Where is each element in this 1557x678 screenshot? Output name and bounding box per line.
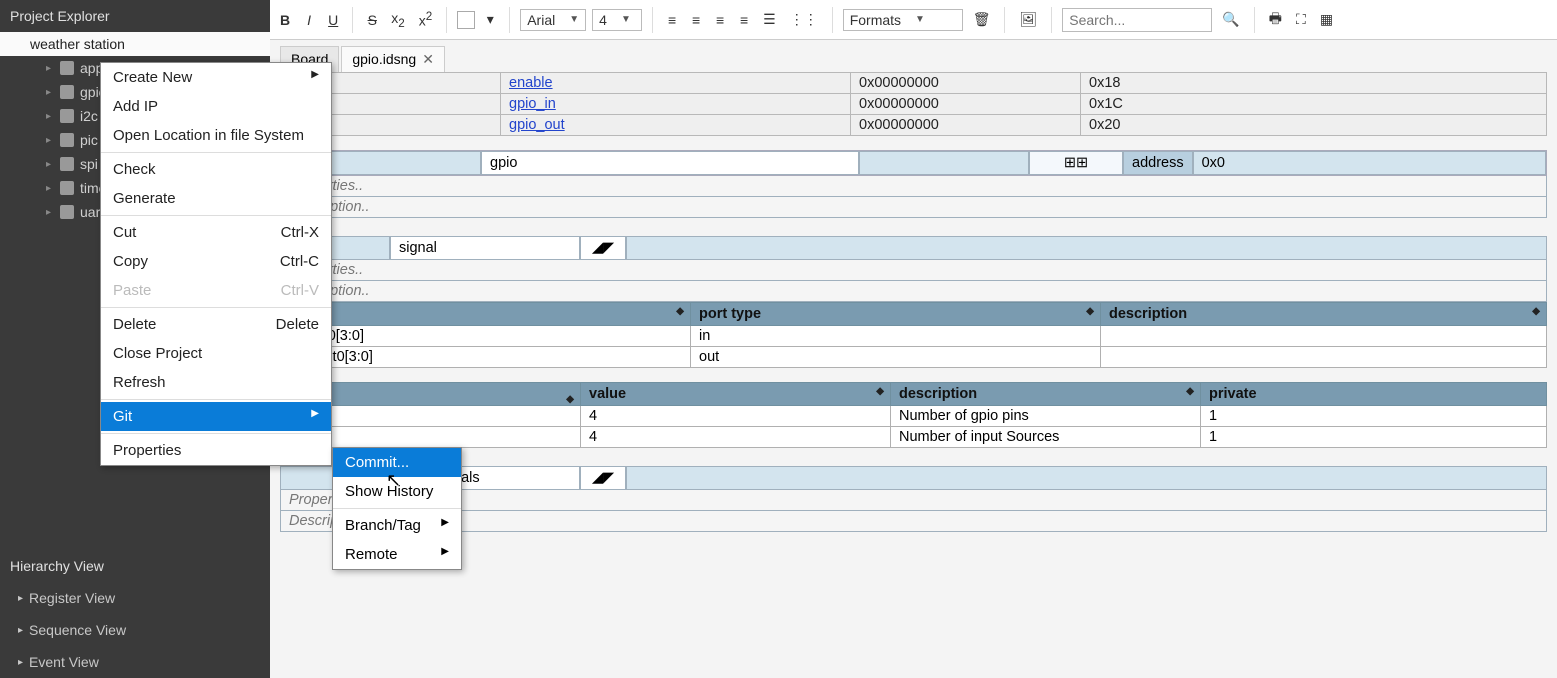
tab-gpio-idsng[interactable]: gpio.idsng✕ — [341, 46, 445, 72]
signal-icon[interactable]: ◢◤ — [580, 236, 626, 260]
gpio-description-field[interactable]: Description.. — [280, 197, 1547, 218]
color-dropdown[interactable]: ▾ — [481, 9, 499, 30]
column-header[interactable]: description◆ — [1101, 303, 1547, 326]
menu-item-create-new[interactable]: Create New▶ — [101, 63, 331, 92]
font-family-select[interactable]: Arial▼ — [520, 9, 586, 31]
align-right-button[interactable]: ≡ — [711, 10, 729, 30]
superscript-button[interactable]: x2 — [415, 8, 436, 31]
column-header[interactable]: private — [1201, 383, 1547, 406]
view-sequence-view[interactable]: ▸Sequence View — [0, 614, 270, 646]
gpio-name-field[interactable]: gpio — [481, 151, 859, 175]
gpio-properties-field[interactable]: Properties.. — [280, 176, 1547, 197]
file-icon — [60, 205, 74, 219]
register-link[interactable]: enable — [509, 75, 553, 91]
menu-item-cut[interactable]: CutCtrl-X — [101, 218, 331, 247]
search-button[interactable]: 🔍 — [1218, 9, 1243, 30]
align-left-button[interactable]: ≡ — [663, 10, 681, 30]
menu-item-generate[interactable]: Generate — [101, 184, 331, 213]
register-link[interactable]: gpio_out — [509, 117, 565, 133]
gpio-signals-properties[interactable]: Properties.. — [280, 490, 1547, 511]
bold-button[interactable]: B — [276, 10, 294, 30]
signal-grid: name◆port type◆description◆pio_in0[3:0]i… — [280, 302, 1547, 368]
toolbar: B I U S x2 x2 ▾ Arial▼ 4▼ ≡ ≡ ≡ ≡ ☰ ⋮⋮ F… — [270, 0, 1557, 40]
hierarchy-icon[interactable]: ⊞⊞ — [1029, 151, 1123, 175]
signal-title: signal — [390, 236, 580, 260]
strikethrough-button[interactable]: S — [363, 10, 381, 30]
menu-item-close-project[interactable]: Close Project — [101, 339, 331, 368]
underline-button[interactable]: U — [324, 10, 342, 30]
param-row[interactable]: 4Number of gpio pins1 — [281, 406, 1547, 427]
project-explorer-title: Project Explorer — [0, 0, 270, 32]
font-size-select[interactable]: 4▼ — [592, 9, 642, 31]
menu-item-copy[interactable]: CopyCtrl-C — [101, 247, 331, 276]
image-button[interactable]: 🖼 — [1015, 9, 1041, 30]
view-register-view[interactable]: ▸Register View — [0, 582, 270, 614]
column-header[interactable]: description◆ — [891, 383, 1201, 406]
view-event-view[interactable]: ▸Event View — [0, 646, 270, 678]
print-button[interactable]: 🖶 — [1265, 6, 1286, 34]
table-button[interactable]: ▦ — [1316, 9, 1337, 30]
file-icon — [60, 109, 74, 123]
signal-row[interactable]: pio_out0[3:0]out — [281, 347, 1547, 368]
menu-item-git[interactable]: Git▶ — [101, 402, 331, 431]
submenu-item-remote[interactable]: Remote▶ — [333, 540, 461, 569]
file-icon — [60, 181, 74, 195]
menu-item-delete[interactable]: DeleteDelete — [101, 310, 331, 339]
list-ordered-button[interactable]: ☰ — [759, 9, 780, 30]
menu-item-check[interactable]: Check — [101, 155, 331, 184]
editor-tabs: Boardgpio.idsng✕ — [280, 46, 1547, 72]
submenu-item-show-history[interactable]: Show History — [333, 477, 461, 506]
git-submenu[interactable]: Commit...Show History Branch/Tag▶Remote▶ — [332, 447, 462, 570]
param-grid: ◆value◆description◆private4Number of gpi… — [280, 382, 1547, 448]
signal-row[interactable]: pio_in0[3:0]in — [281, 326, 1547, 347]
register-row[interactable]: 4enable0x000000000x18 — [281, 73, 1547, 94]
context-menu[interactable]: Create New▶Add IPOpen Location in file S… — [100, 62, 332, 466]
gpio-block-header: gpio ⊞⊞ address 0x0 — [280, 150, 1547, 176]
menu-item-open-location-in-file-system[interactable]: Open Location in file System — [101, 121, 331, 150]
register-link[interactable]: gpio_in — [509, 96, 556, 112]
gpio-signals-description[interactable]: Description.. — [280, 511, 1547, 532]
menu-item-properties[interactable]: Properties — [101, 436, 331, 465]
align-center-button[interactable]: ≡ — [687, 10, 705, 30]
menu-item-add-ip[interactable]: Add IP — [101, 92, 331, 121]
menu-item-paste: PasteCtrl-V — [101, 276, 331, 305]
tree-root[interactable]: weather station — [0, 32, 270, 56]
file-icon — [60, 133, 74, 147]
register-row[interactable]: 6gpio_out0x000000000x20 — [281, 115, 1547, 136]
param-row[interactable]: S4Number of input Sources1 — [281, 427, 1547, 448]
hierarchy-view-title: Hierarchy View — [0, 550, 270, 582]
register-row[interactable]: 5gpio_in0x000000000x1C — [281, 94, 1547, 115]
color-swatch[interactable] — [457, 11, 475, 29]
signal-description-field[interactable]: Description.. — [280, 281, 1547, 302]
file-icon — [60, 61, 74, 75]
gpio-signals-icon[interactable]: ◢◤ — [580, 466, 626, 490]
list-bullet-button[interactable]: ⋮⋮ — [786, 9, 822, 30]
menu-item-refresh[interactable]: Refresh — [101, 368, 331, 397]
subscript-button[interactable]: x2 — [387, 8, 408, 32]
italic-button[interactable]: I — [300, 10, 318, 30]
search-input[interactable] — [1062, 8, 1212, 32]
align-justify-button[interactable]: ≡ — [735, 10, 753, 30]
address-label: address — [1123, 151, 1193, 175]
fullscreen-button[interactable]: ⛶ — [1292, 9, 1310, 30]
submenu-item-branch-tag[interactable]: Branch/Tag▶ — [333, 511, 461, 540]
column-header[interactable]: name◆ — [281, 303, 691, 326]
submenu-item-commit-[interactable]: Commit... — [333, 448, 461, 477]
address-value[interactable]: 0x0 — [1193, 151, 1546, 175]
register-table: 4enable0x000000000x185gpio_in0x000000000… — [280, 72, 1547, 136]
file-icon — [60, 85, 74, 99]
signal-properties-field[interactable]: Properties.. — [280, 260, 1547, 281]
column-header[interactable]: port type◆ — [691, 303, 1101, 326]
column-header[interactable]: value◆ — [581, 383, 891, 406]
trash-button[interactable]: 🗑 — [969, 9, 995, 30]
formats-select[interactable]: Formats▼ — [843, 9, 963, 31]
file-icon — [60, 157, 74, 171]
tab-close-icon[interactable]: ✕ — [422, 51, 434, 67]
